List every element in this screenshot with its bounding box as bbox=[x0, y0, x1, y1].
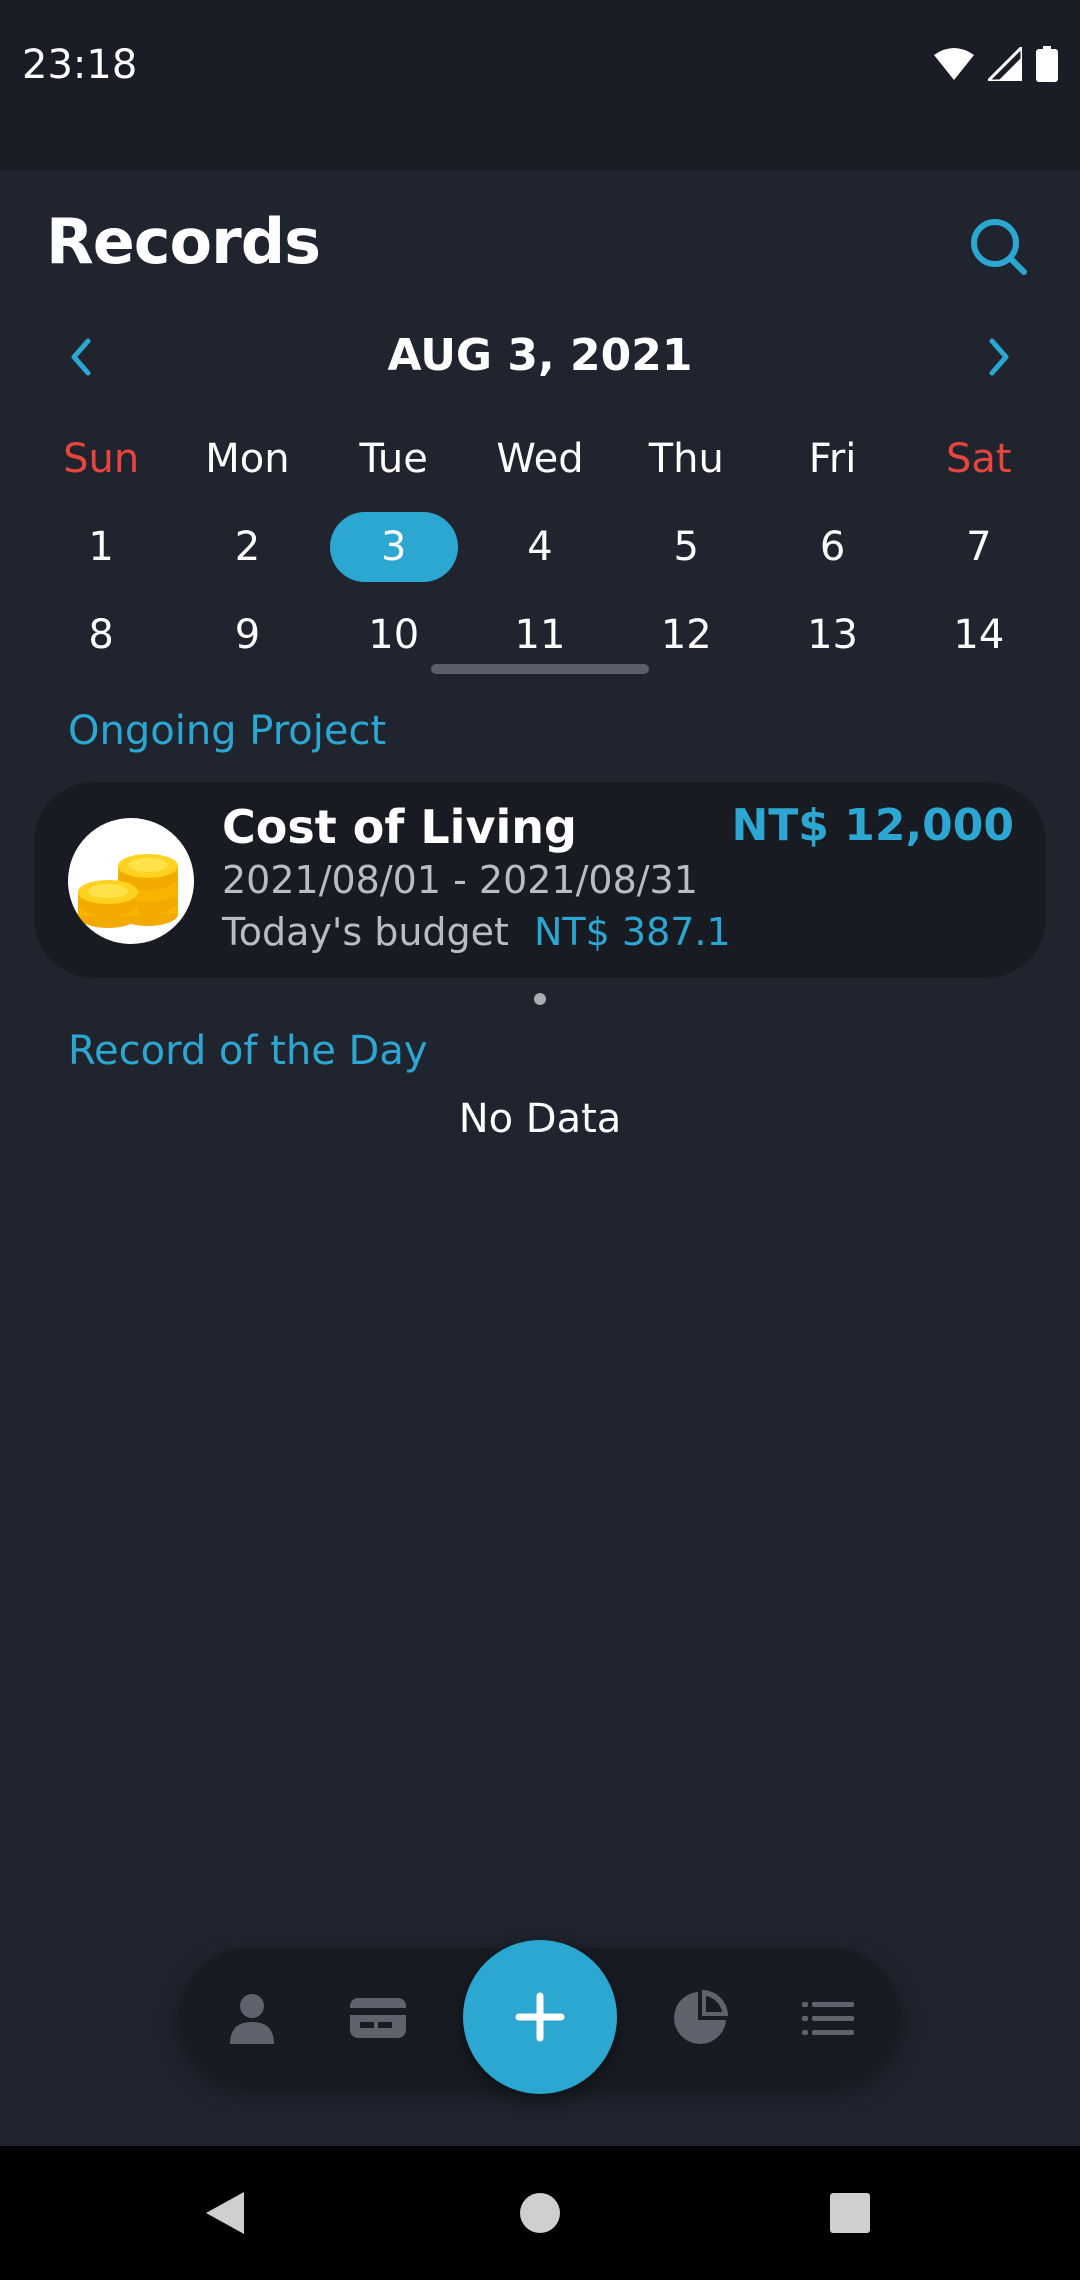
search-icon bbox=[971, 219, 1027, 275]
weekday-label: Thu bbox=[648, 436, 724, 482]
status-icons bbox=[934, 46, 1058, 82]
card-icon bbox=[350, 1998, 406, 2038]
weekday-header-row: Sun Mon Tue Wed Thu Fri Sat bbox=[28, 415, 1052, 503]
calendar-day-number: 14 bbox=[953, 612, 1005, 658]
calendar-day-number: 13 bbox=[807, 612, 858, 658]
weekday-label: Sat bbox=[946, 436, 1012, 482]
calendar-day-selected[interactable]: 3 bbox=[321, 511, 467, 583]
wifi-icon bbox=[934, 48, 974, 80]
calendar-day-number: 3 bbox=[380, 524, 407, 570]
battery-icon bbox=[1036, 46, 1058, 82]
calendar-day[interactable]: 9 bbox=[174, 599, 320, 671]
weekday-label: Fri bbox=[808, 436, 857, 482]
todays-budget-value: NT$ 387.1 bbox=[534, 910, 731, 954]
recents-icon[interactable] bbox=[829, 2192, 871, 2234]
status-bar: 23:18 bbox=[0, 0, 1080, 170]
calendar-day[interactable]: 6 bbox=[759, 511, 905, 583]
calendar-grid: Sun Mon Tue Wed Thu Fri Sat 1 2 3 4 5 6 … bbox=[28, 415, 1052, 679]
system-navigation-bar bbox=[0, 2146, 1080, 2280]
calendar-expand-handle[interactable] bbox=[431, 664, 649, 674]
page-title: Records bbox=[46, 205, 321, 278]
calendar-day[interactable]: 12 bbox=[613, 599, 759, 671]
project-amount: NT$ 12,000 bbox=[731, 800, 1014, 851]
calendar-day-number: 6 bbox=[819, 524, 846, 570]
calendar-week-row: 1 2 3 4 5 6 7 bbox=[28, 503, 1052, 591]
chevron-right-icon bbox=[989, 338, 1009, 376]
page-indicator-dot bbox=[534, 993, 546, 1005]
status-time: 23:18 bbox=[22, 42, 138, 88]
calendar-day-number: 12 bbox=[660, 612, 712, 658]
calendar-day[interactable]: 11 bbox=[467, 599, 613, 671]
calendar-day-number: 4 bbox=[527, 524, 553, 570]
project-card[interactable]: Cost of Living NT$ 12,000 2021/08/01 - 2… bbox=[34, 782, 1046, 978]
calendar-day[interactable]: 5 bbox=[613, 511, 759, 583]
calendar-day[interactable]: 14 bbox=[906, 599, 1052, 671]
calendar-day[interactable]: 10 bbox=[321, 599, 467, 671]
nav-profile-button[interactable] bbox=[222, 1988, 282, 2048]
person-icon bbox=[230, 1994, 274, 2044]
signal-icon bbox=[988, 47, 1022, 81]
calendar-day[interactable]: 7 bbox=[906, 511, 1052, 583]
todays-budget-label: Today's budget bbox=[222, 910, 509, 954]
empty-state-text: No Data bbox=[458, 1096, 622, 1142]
weekday-label: Tue bbox=[359, 436, 428, 482]
calendar-day[interactable]: 8 bbox=[28, 599, 174, 671]
calendar-day[interactable]: 2 bbox=[174, 511, 320, 583]
calendar-day-number: 8 bbox=[88, 612, 114, 658]
weekday-label: Sun bbox=[63, 436, 140, 482]
nav-list-button[interactable] bbox=[798, 1988, 858, 2048]
calendar-day-number: 7 bbox=[966, 524, 992, 570]
next-month-button[interactable] bbox=[976, 335, 1020, 379]
calendar-day-number: 10 bbox=[368, 612, 420, 658]
calendar-day[interactable]: 1 bbox=[28, 511, 174, 583]
search-button[interactable] bbox=[964, 212, 1034, 282]
weekday-label: Mon bbox=[205, 436, 290, 482]
calendar-day-number: 11 bbox=[514, 612, 566, 658]
nav-stats-button[interactable] bbox=[670, 1988, 730, 2048]
add-record-button[interactable] bbox=[463, 1940, 617, 2094]
coins-icon bbox=[68, 818, 194, 944]
calendar-day-number: 2 bbox=[234, 524, 261, 570]
calendar-month-label: AUG 3, 2021 bbox=[387, 330, 693, 381]
record-of-day-heading: Record of the Day bbox=[68, 1028, 428, 1074]
weekday-label: Wed bbox=[496, 436, 584, 482]
pie-chart-icon bbox=[674, 1990, 728, 2044]
calendar-day[interactable]: 4 bbox=[467, 511, 613, 583]
ongoing-project-heading: Ongoing Project bbox=[68, 708, 387, 754]
home-icon[interactable] bbox=[519, 2192, 561, 2234]
nav-accounts-button[interactable] bbox=[348, 1988, 408, 2048]
calendar-day-number: 1 bbox=[88, 524, 114, 570]
project-name: Cost of Living bbox=[222, 800, 577, 854]
calendar-day-number: 5 bbox=[673, 524, 699, 570]
calendar-day-number: 9 bbox=[234, 612, 261, 658]
back-icon[interactable] bbox=[204, 2190, 246, 2236]
list-icon bbox=[802, 2002, 854, 2035]
plus-icon bbox=[515, 1992, 565, 2042]
project-date-range: 2021/08/01 - 2021/08/31 bbox=[222, 858, 698, 902]
calendar-day[interactable]: 13 bbox=[759, 599, 905, 671]
